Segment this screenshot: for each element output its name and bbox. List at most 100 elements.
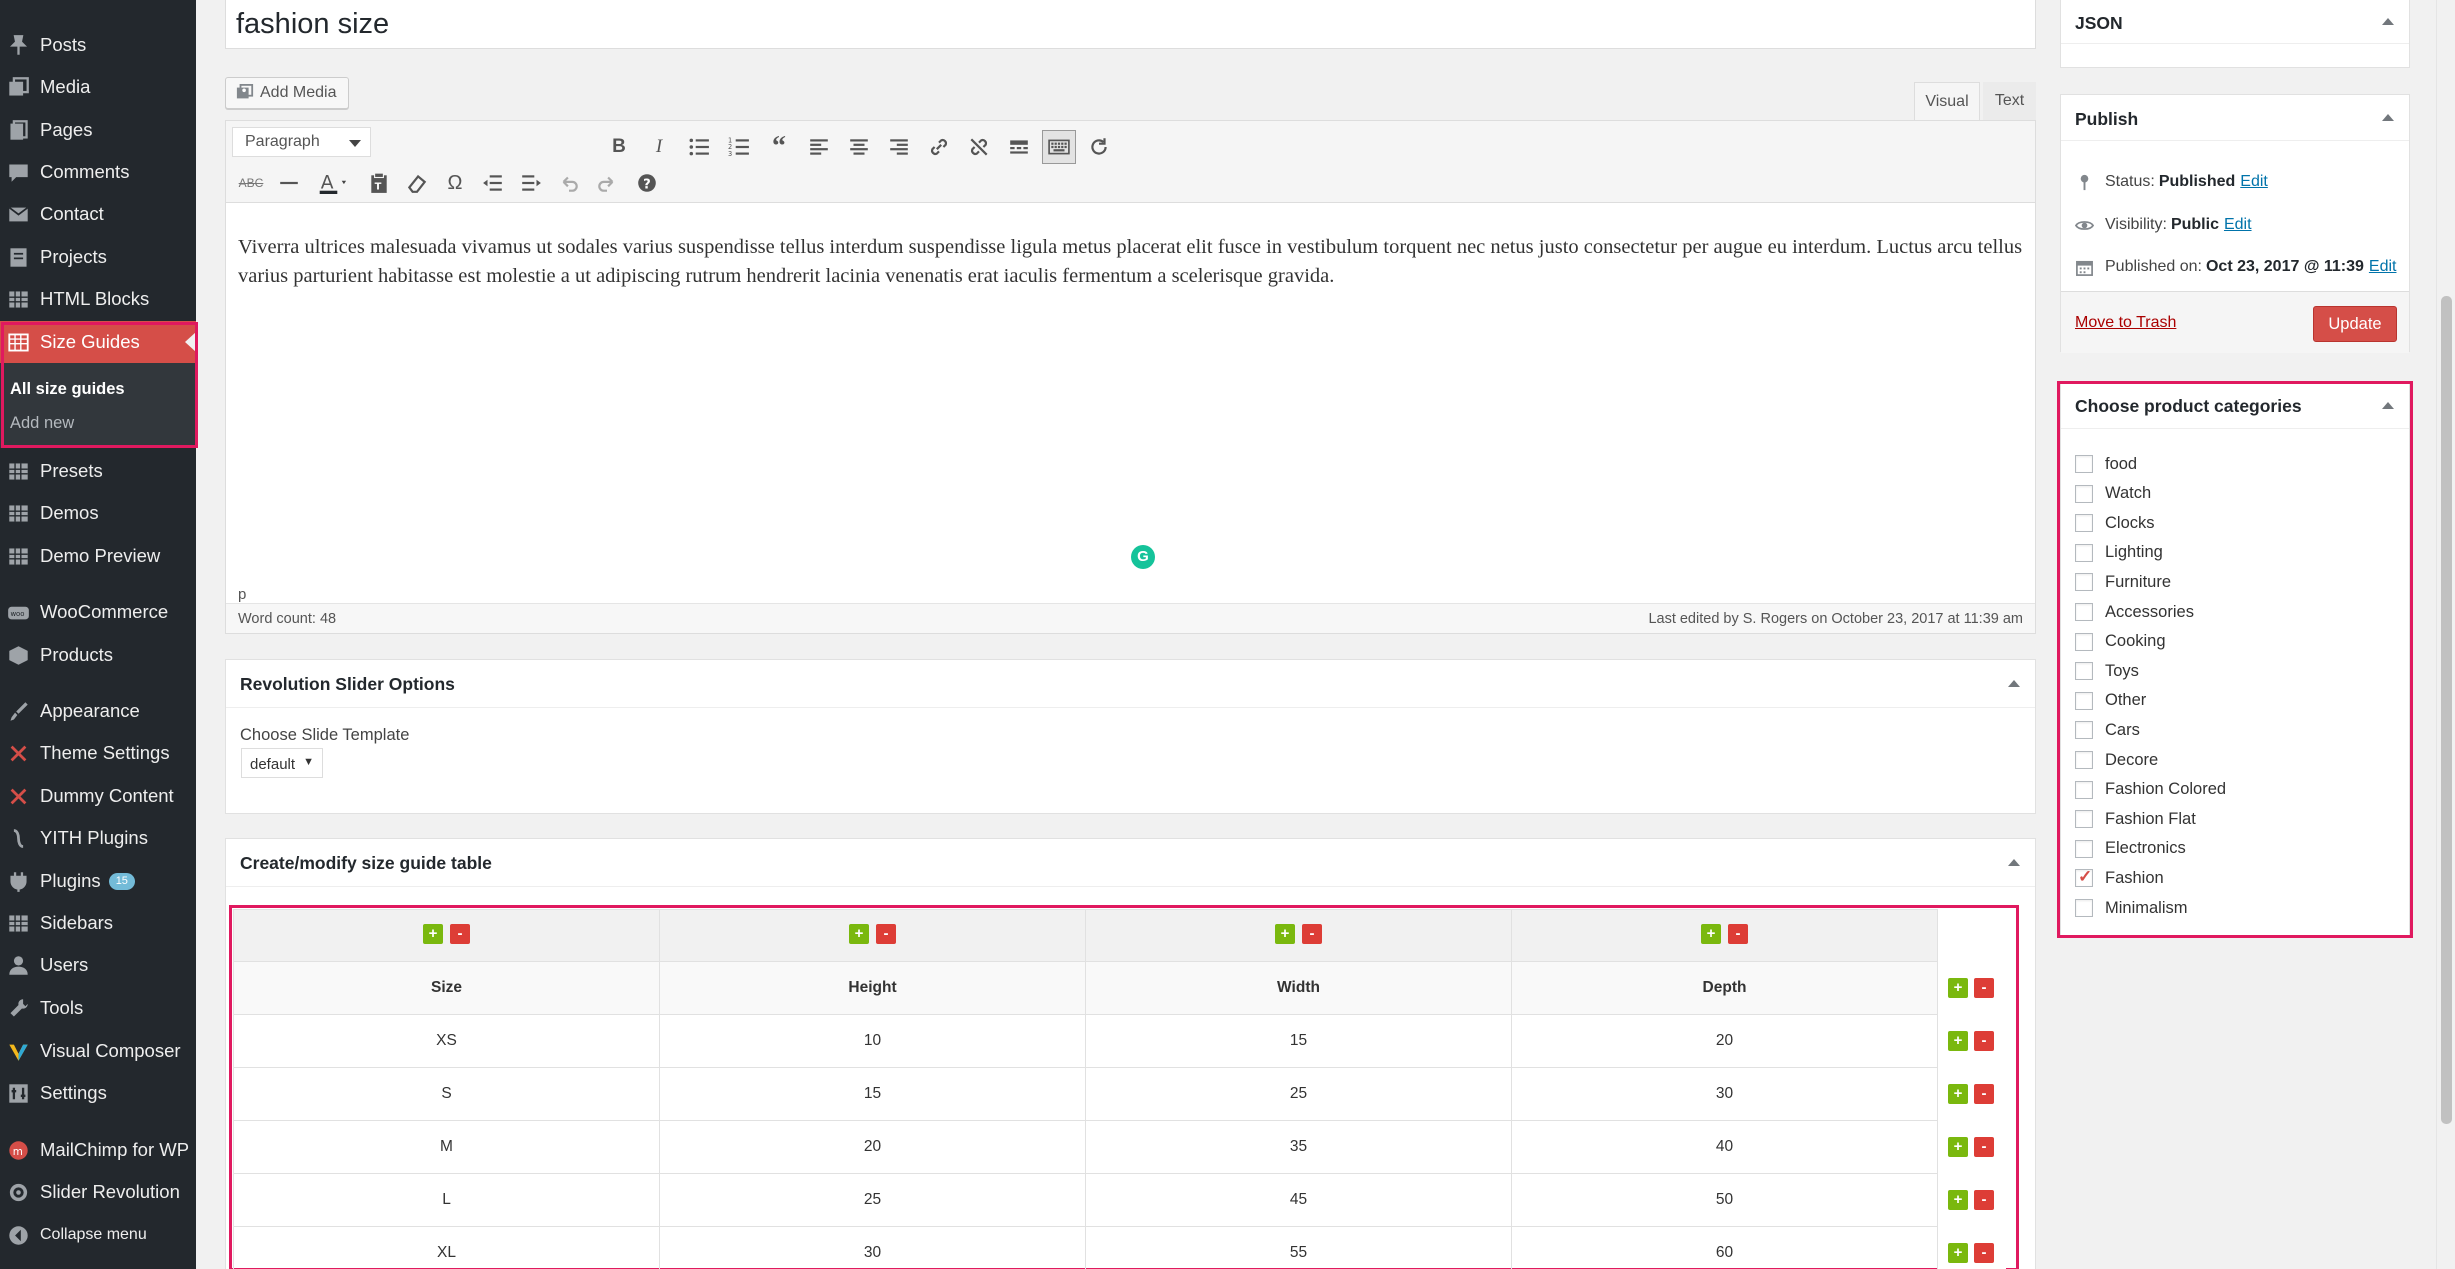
column-header[interactable]: Depth <box>1511 961 1938 1015</box>
sidebar-item-plugins[interactable]: Plugins 15 <box>0 860 196 902</box>
collapse-toggle-icon[interactable] <box>2382 18 2394 25</box>
submenu-add-new[interactable]: Add new <box>10 414 74 433</box>
sidebar-item-woocommerce[interactable]: woo WooCommerce <box>0 591 196 633</box>
italic-button[interactable]: I <box>644 132 674 162</box>
sidebar-item-settings[interactable]: Settings <box>0 1072 196 1114</box>
sidebar-item-yith-plugins[interactable]: YITH Plugins <box>0 817 196 859</box>
sidebar-item-users[interactable]: Users <box>0 944 196 986</box>
remove-row-button[interactable]: - <box>1974 1189 1994 1210</box>
category-checkbox[interactable] <box>2075 455 2093 473</box>
sidebar-item-products[interactable]: Products <box>0 634 196 676</box>
remove-row-button[interactable]: - <box>1974 1242 1994 1263</box>
add-row-button[interactable]: + <box>1948 1136 1968 1157</box>
undo-button[interactable] <box>554 168 584 198</box>
strikethrough-button[interactable]: ABC <box>236 168 266 198</box>
remove-row-button[interactable]: - <box>1974 1030 1994 1051</box>
category-checkbox[interactable] <box>2075 899 2093 917</box>
table-cell[interactable]: 60 <box>1511 1226 1938 1269</box>
indent-button[interactable] <box>516 168 546 198</box>
numbered-list-button[interactable]: 123 <box>724 132 754 162</box>
remove-column-button[interactable]: - <box>450 924 470 944</box>
category-checkbox[interactable] <box>2075 751 2093 769</box>
add-row-button[interactable]: + <box>1948 1083 1968 1104</box>
text-color-button[interactable]: A <box>312 168 356 198</box>
add-row-button[interactable]: + <box>1948 1030 1968 1051</box>
sync-button[interactable] <box>1084 132 1114 162</box>
table-cell[interactable]: 50 <box>1511 1173 1938 1227</box>
add-row-button[interactable]: + <box>1948 1189 1968 1210</box>
collapse-toggle-icon[interactable] <box>2382 402 2394 409</box>
sidebar-item-presets[interactable]: Presets <box>0 450 196 492</box>
slide-template-select[interactable]: default ▼ <box>241 748 323 778</box>
column-header[interactable]: Width <box>1085 961 1512 1015</box>
help-button[interactable]: ? <box>632 168 662 198</box>
submenu-all-size-guides[interactable]: All size guides <box>10 380 125 399</box>
table-cell[interactable]: 30 <box>659 1226 1086 1269</box>
table-cell[interactable]: 15 <box>659 1067 1086 1121</box>
sidebar-item-media[interactable]: Media <box>0 66 196 108</box>
sidebar-item-contact[interactable]: Contact <box>0 193 196 235</box>
sidebar-item-appearance[interactable]: Appearance <box>0 690 196 732</box>
sidebar-item-pages[interactable]: Pages <box>0 109 196 151</box>
bold-button[interactable]: B <box>604 132 634 162</box>
outdent-button[interactable] <box>478 168 508 198</box>
sidebar-item-html-blocks[interactable]: HTML Blocks <box>0 278 196 320</box>
collapse-toggle-icon[interactable] <box>2382 114 2394 121</box>
category-checkbox[interactable] <box>2075 662 2093 681</box>
tab-text[interactable]: Text <box>1983 82 2036 120</box>
align-left-button[interactable] <box>804 132 834 162</box>
update-button[interactable]: Update <box>2313 306 2397 342</box>
bullet-list-button[interactable] <box>684 132 714 162</box>
remove-row-button[interactable]: - <box>1974 977 1994 998</box>
category-checkbox[interactable] <box>2075 839 2093 858</box>
edit-date-link[interactable]: Edit <box>2369 258 2397 276</box>
align-center-button[interactable] <box>844 132 874 162</box>
category-checkbox[interactable] <box>2075 780 2093 799</box>
table-cell[interactable]: XS <box>233 1014 660 1068</box>
page-scrollbar[interactable] <box>2436 0 2455 1269</box>
edit-visibility-link[interactable]: Edit <box>2224 216 2252 234</box>
collapse-toggle-icon[interactable] <box>2008 859 2020 866</box>
category-checkbox[interactable] <box>2075 721 2093 740</box>
add-row-button[interactable]: + <box>1948 977 1968 998</box>
sidebar-item-demo-preview[interactable]: Demo Preview <box>0 535 196 577</box>
sidebar-item-mailchimp-for-wp[interactable]: m MailChimp for WP <box>0 1129 196 1171</box>
sidebar-item-tools[interactable]: Tools <box>0 987 196 1029</box>
add-column-button[interactable]: + <box>849 924 869 944</box>
column-header[interactable]: Height <box>659 961 1086 1015</box>
table-cell[interactable]: 10 <box>659 1014 1086 1068</box>
sidebar-item-comments[interactable]: Comments <box>0 151 196 193</box>
special-character-button[interactable]: Ω <box>440 168 470 198</box>
category-checkbox[interactable] <box>2075 484 2093 503</box>
insert-link-button[interactable] <box>924 132 954 162</box>
category-checkbox[interactable] <box>2075 632 2093 651</box>
table-cell[interactable]: 20 <box>659 1120 1086 1174</box>
sidebar-item-visual-composer[interactable]: Visual Composer <box>0 1030 196 1072</box>
table-cell[interactable]: 25 <box>1085 1067 1512 1121</box>
grammarly-icon[interactable]: G <box>1131 545 1155 569</box>
remove-column-button[interactable]: - <box>876 924 896 944</box>
category-checkbox[interactable] <box>2075 867 2093 888</box>
blockquote-button[interactable]: “ <box>764 131 794 162</box>
table-cell[interactable]: L <box>233 1173 660 1227</box>
align-right-button[interactable] <box>884 132 914 162</box>
table-cell[interactable]: 55 <box>1085 1226 1512 1269</box>
table-cell[interactable]: 15 <box>1085 1014 1512 1068</box>
post-title-input[interactable] <box>225 0 2036 49</box>
sidebar-item-theme-settings[interactable]: Theme Settings <box>0 732 196 774</box>
category-checkbox[interactable] <box>2075 573 2093 592</box>
sidebar-item-size-guides[interactable]: Size Guides <box>0 321 196 363</box>
remove-row-button[interactable]: - <box>1974 1083 1994 1104</box>
add-row-button[interactable]: + <box>1948 1242 1968 1263</box>
table-cell[interactable]: 40 <box>1511 1120 1938 1174</box>
table-cell[interactable]: XL <box>233 1226 660 1269</box>
table-cell[interactable]: 35 <box>1085 1120 1512 1174</box>
add-media-button[interactable]: Add Media <box>225 77 349 109</box>
table-cell[interactable]: 25 <box>659 1173 1086 1227</box>
edit-status-link[interactable]: Edit <box>2240 173 2268 191</box>
table-cell[interactable]: 20 <box>1511 1014 1938 1068</box>
editor-content[interactable]: Viverra ultrices malesuada vivamus ut so… <box>238 233 2028 291</box>
add-column-button[interactable]: + <box>423 924 443 944</box>
collapse-toggle-icon[interactable] <box>2008 680 2020 687</box>
category-checkbox[interactable] <box>2075 543 2093 562</box>
